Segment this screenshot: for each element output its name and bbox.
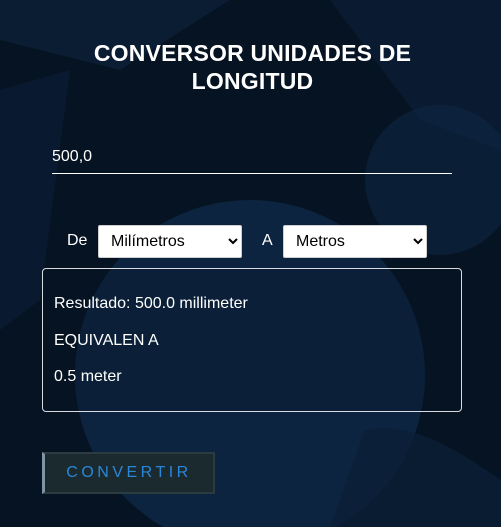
value-input[interactable]: [52, 140, 452, 174]
converted-value-text: 0.5 meter: [54, 368, 122, 385]
convert-button[interactable]: CONVERTIR: [42, 452, 215, 494]
to-unit-label: A: [262, 232, 273, 249]
from-unit-select[interactable]: Milímetros: [98, 225, 242, 258]
result-text: Resultado: 500.0 millimeter: [54, 295, 248, 312]
to-unit-select[interactable]: Metros: [283, 225, 427, 258]
converter-app: CONVERSOR UNIDADES DE LONGITUD De Milíme…: [0, 0, 501, 527]
page-title: CONVERSOR UNIDADES DE LONGITUD: [93, 40, 412, 94]
result-panel: Resultado: 500.0 millimeter EQUIVALEN A …: [42, 268, 462, 412]
from-unit-label: De: [67, 232, 88, 249]
equivalence-text: EQUIVALEN A: [54, 332, 159, 349]
